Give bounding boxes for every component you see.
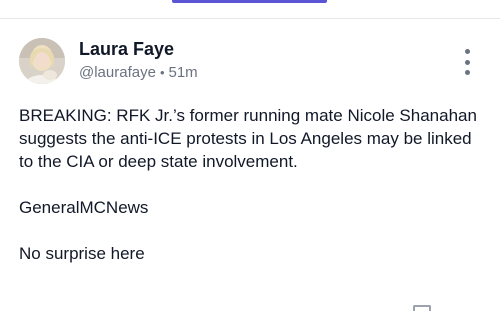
author-handle[interactable]: @laurafaye xyxy=(79,64,156,81)
post-text-paragraph: BREAKING: RFK Jr.’s former running mate … xyxy=(19,106,477,171)
post-body: BREAKING: RFK Jr.’s former running mate … xyxy=(19,104,481,265)
meta-separator: • xyxy=(159,65,165,80)
active-tab-indicator xyxy=(172,0,327,3)
post-timestamp[interactable]: 51m xyxy=(169,64,198,81)
more-vertical-icon-dot xyxy=(464,70,470,75)
more-options-button[interactable] xyxy=(458,49,476,75)
screen: Laura Faye @laurafaye • 51m BREAKING: RFK … xyxy=(0,0,500,311)
post-text-source: GeneralMCNews xyxy=(19,198,149,217)
partial-action-icon[interactable] xyxy=(413,305,431,311)
avatar-photo-icon xyxy=(19,38,65,84)
author-avatar[interactable] xyxy=(19,38,65,84)
more-vertical-icon-dot xyxy=(464,59,470,65)
post-card: Laura Faye @laurafaye • 51m BREAKING: RFK … xyxy=(0,19,500,311)
more-vertical-icon xyxy=(464,49,470,54)
author-meta: @laurafaye • 51m xyxy=(79,64,198,81)
post-text-comment: No surprise here xyxy=(19,244,145,263)
author-name[interactable]: Laura Faye xyxy=(79,39,174,60)
top-tab-bar xyxy=(0,0,500,18)
